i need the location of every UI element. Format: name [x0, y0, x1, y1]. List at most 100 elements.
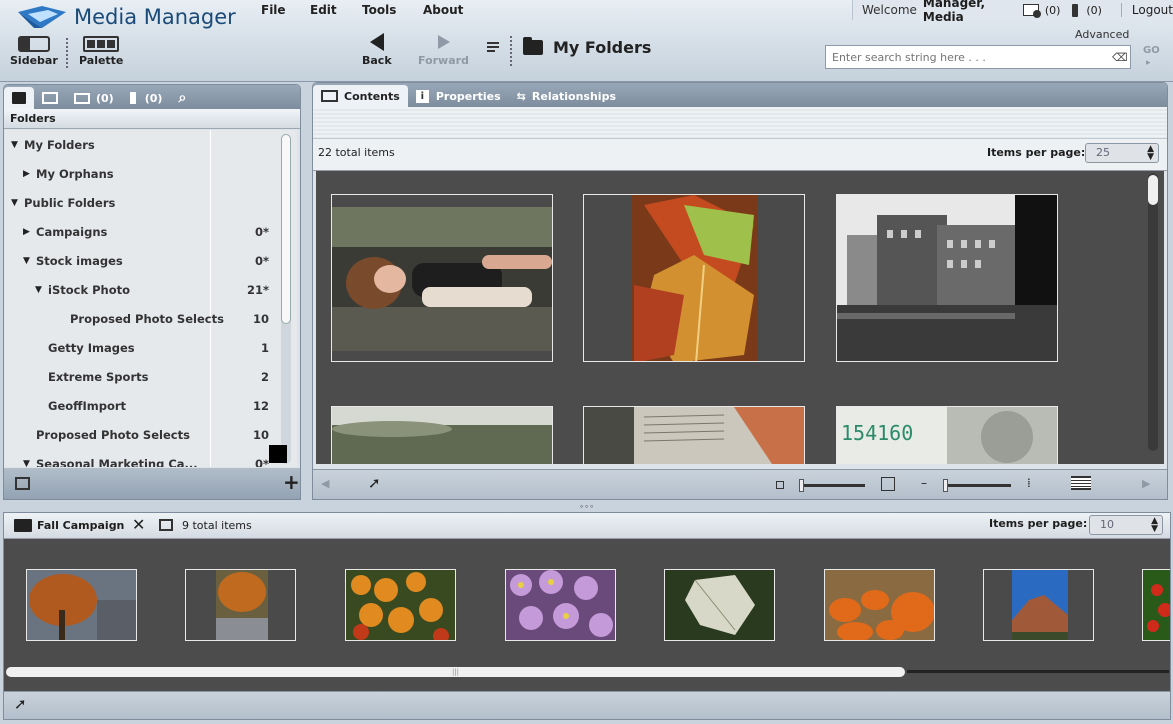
thumbnail-1[interactable] [331, 194, 553, 362]
tab-devices[interactable]: (0) [122, 87, 171, 109]
white-leaf-image [665, 570, 774, 640]
folder-tree-item-count: 21* [246, 282, 269, 297]
grid-scrollbar[interactable] [1148, 173, 1158, 451]
logout-link[interactable]: Logout [1120, 3, 1173, 17]
palette-thumbnail-4[interactable] [505, 569, 616, 641]
expand-right-icon[interactable]: ▶ [23, 169, 30, 179]
tab-relationships-label: Relationships [531, 89, 617, 103]
search-input[interactable] [825, 45, 1131, 69]
palette-thumbnail-5[interactable] [664, 569, 775, 641]
thumbnail-4[interactable] [331, 406, 553, 464]
slider-handle[interactable] [799, 479, 804, 492]
tab-contents[interactable]: Contents [313, 85, 408, 107]
tab-search[interactable]: ⌕ [170, 87, 194, 109]
thumbnail-3[interactable] [836, 194, 1058, 362]
palette-thumbnail-7[interactable] [983, 569, 1094, 641]
palette-thumbnail-2[interactable] [185, 569, 296, 641]
palette-thumbnail-6[interactable] [824, 569, 935, 641]
history-menu-icon[interactable] [487, 42, 499, 52]
expand-down-icon[interactable]: ▼ [23, 256, 30, 266]
folder-tree-item[interactable]: Getty Images 1 [5, 333, 285, 362]
back-button[interactable]: Back [362, 32, 392, 67]
tab-relationships[interactable]: ⇆ Relationships [509, 85, 624, 107]
folder-tree-item-count: 2 [260, 369, 269, 384]
app-logo: Media Manager [14, 4, 236, 30]
back-label: Back [362, 54, 392, 67]
user-name: Manager, Media [922, 0, 986, 24]
tree-scroll-thumb[interactable] [281, 134, 291, 324]
close-palette-icon[interactable]: ✕ [132, 515, 145, 534]
expand-down-icon[interactable]: ▼ [11, 140, 18, 150]
list-density-icon[interactable]: ⁞ [1027, 476, 1031, 490]
folder-tree-item[interactable]: ▼ My Folders [5, 130, 285, 159]
advanced-search-link[interactable]: Advanced [1075, 28, 1129, 41]
search-clear-icon[interactable]: ⌫ [1112, 51, 1128, 64]
palette-hscroll[interactable]: ||| [4, 665, 1170, 679]
folder-icon [12, 92, 26, 104]
folder-tree-item-label: Getty Images [48, 340, 135, 355]
collection-icon[interactable] [1023, 4, 1041, 18]
folder-tree-item-label: Extreme Sports [48, 369, 149, 384]
list-view-icon[interactable] [1071, 476, 1091, 490]
folder-tree-item[interactable]: GeoffImport 12 [5, 391, 285, 420]
currency-serial-number: 154160 [841, 421, 914, 445]
thumbnail-2[interactable] [583, 194, 805, 362]
palette-thumbnail-3[interactable] [345, 569, 456, 641]
palette-toggle-button[interactable]: Palette [79, 36, 123, 67]
app-logo-icon [14, 4, 68, 30]
zoom-slider[interactable] [943, 479, 1011, 492]
expand-right-icon[interactable]: ▶ [23, 227, 30, 237]
sidebar-panel: (0) (0) ⌕ Folders ▼ My Folders ▶ My Orphans… [3, 84, 301, 500]
menu-file[interactable]: File [261, 3, 286, 17]
folder-tree-item[interactable]: ▼ iStock Photo 21* [5, 275, 285, 304]
items-per-page-select[interactable]: 25 ▲ ▼ [1085, 143, 1159, 163]
folder-tree-item-label: Public Folders [24, 195, 116, 210]
add-folder-button[interactable]: + [283, 470, 300, 494]
folder-tree-item[interactable]: ▼ Stock images 0* [5, 246, 285, 275]
palette-title: Fall Campaign [37, 519, 125, 532]
menu-tools[interactable]: Tools [362, 3, 396, 17]
grid-scroll-thumb[interactable] [1148, 175, 1158, 205]
palette-splitter[interactable]: ∘∘∘ [0, 502, 1173, 511]
device-icon[interactable] [1072, 3, 1079, 17]
thumbnail-5[interactable] [583, 406, 805, 464]
thumbnail-6[interactable]: 154160 [836, 406, 1058, 464]
tab-filmstrip[interactable] [34, 87, 66, 109]
folder-tree-item[interactable]: Proposed Photo Selects 10 [5, 420, 285, 449]
menu-edit[interactable]: Edit [310, 3, 337, 17]
forward-button[interactable]: Forward [418, 32, 469, 67]
expand-down-icon[interactable]: ▼ [23, 459, 30, 468]
autumn-tree-image [27, 570, 136, 640]
palette-thumbnail-8[interactable] [1142, 569, 1170, 641]
pointer-tool-icon[interactable]: ➚ [368, 474, 381, 492]
sidebar-toggle-button[interactable]: Sidebar [10, 36, 58, 67]
palette-header: Fall Campaign ✕ 9 total items Items per … [4, 513, 1170, 539]
pointer-tool-icon[interactable]: ➚ [14, 695, 27, 713]
folder-tree-item[interactable]: ▶ My Orphans [5, 159, 285, 188]
tab-properties[interactable]: i Properties [408, 85, 509, 107]
magnifier-icon: ⌕ [178, 90, 187, 106]
folder-tree-item[interactable]: Proposed Photo Selects 10 [5, 304, 285, 333]
palette-body-gap [4, 679, 1170, 691]
folder-tree-item[interactable]: ▼ Seasonal Marketing Ca... 0* [5, 449, 285, 468]
palette-thumbnail-1[interactable] [26, 569, 137, 641]
scroll-right-icon[interactable]: ▶ [1142, 477, 1150, 490]
scroll-left-icon[interactable]: ◀ [321, 477, 329, 490]
expand-down-icon[interactable]: ▼ [35, 285, 42, 295]
tab-folders[interactable] [4, 87, 34, 109]
menu-about[interactable]: About [423, 3, 463, 17]
tab-collections[interactable]: (0) [66, 87, 122, 109]
folder-tree-item[interactable]: ▼ Public Folders [5, 188, 285, 217]
zoom-out-icon[interactable]: – [921, 476, 927, 490]
zoom-slider-handle[interactable] [943, 479, 948, 492]
tree-scrollbar[interactable] [281, 134, 291, 464]
folder-tree-item[interactable]: ▶ Campaigns 0* [5, 217, 285, 246]
thumbnail-size-slider[interactable] [799, 479, 865, 492]
go-button[interactable]: GO [1143, 45, 1160, 56]
sidebar-tabs: (0) (0) ⌕ [4, 85, 300, 109]
folder-tree-item[interactable]: Extreme Sports 2 [5, 362, 285, 391]
expand-down-icon[interactable]: ▼ [11, 198, 18, 208]
new-window-icon[interactable] [15, 477, 30, 490]
palette-hscroll-thumb[interactable]: ||| [6, 667, 905, 677]
palette-items-per-page-select[interactable]: 10 ▲ ▼ [1089, 515, 1163, 535]
